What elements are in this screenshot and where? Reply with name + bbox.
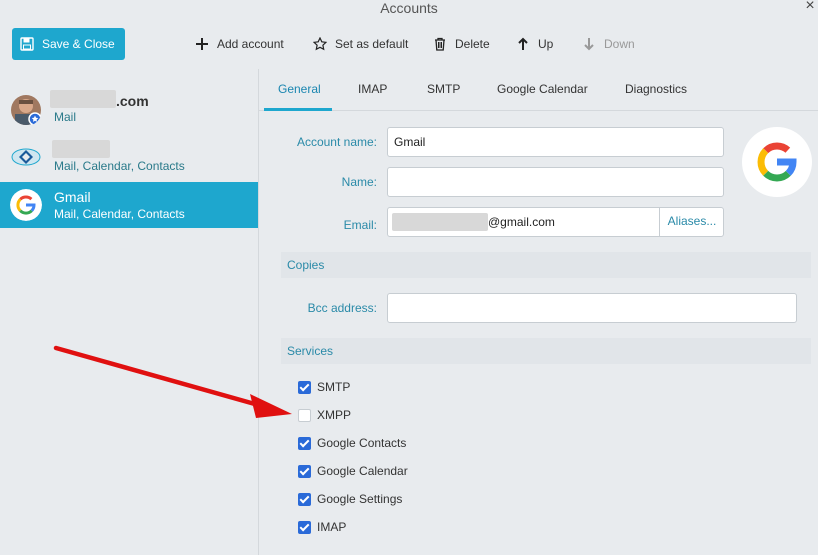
save-close-label: Save & Close [42, 37, 115, 51]
floppy-disk-icon [20, 37, 34, 51]
service-imap[interactable]: IMAP [298, 518, 346, 536]
service-label: Google Contacts [317, 436, 407, 450]
tab-bar: General IMAP SMTP Google Calendar Diagno… [259, 69, 818, 111]
account-item-2[interactable]: Mail, Calendar, Contacts [0, 134, 258, 180]
redacted-account-name [50, 90, 116, 108]
name-field[interactable] [387, 167, 724, 197]
service-smtp[interactable]: SMTP [298, 378, 350, 396]
google-logo-badge [742, 127, 812, 197]
delete-button[interactable]: Delete [433, 34, 490, 54]
trash-icon [435, 37, 445, 51]
google-icon [10, 189, 42, 221]
checkbox-xmpp[interactable] [298, 408, 311, 422]
service-label: IMAP [317, 520, 347, 534]
set-default-button[interactable]: Set as default [313, 34, 408, 54]
bcc-field[interactable] [387, 293, 797, 323]
tab-imap[interactable]: IMAP [358, 82, 387, 96]
google-icon [757, 142, 797, 182]
copies-section-header: Copies [281, 252, 811, 278]
tab-smtp[interactable]: SMTP [427, 82, 460, 96]
account-name-suffix: .com [116, 93, 149, 109]
service-label: SMTP [317, 380, 351, 394]
add-account-button[interactable]: Add account [195, 34, 284, 54]
service-label: Google Calendar [317, 464, 408, 478]
email-label: Email: [343, 218, 377, 232]
service-label: Google Settings [317, 492, 403, 506]
aliases-button[interactable]: Aliases... [659, 207, 724, 237]
panel-divider [258, 69, 259, 555]
set-default-label: Set as default [335, 37, 409, 51]
delete-label: Delete [455, 37, 490, 51]
plus-icon [196, 38, 208, 50]
star-icon [313, 37, 327, 51]
avatar [11, 95, 42, 126]
account-services: Mail, Calendar, Contacts [54, 207, 185, 221]
account-name-label: Account name: [296, 135, 377, 149]
account-item-gmail[interactable]: Gmail Mail, Calendar, Contacts [0, 182, 258, 228]
checkbox-google-settings[interactable] [298, 492, 311, 506]
service-xmpp[interactable]: XMPP [298, 406, 351, 424]
diamond-service-icon [11, 148, 41, 166]
move-down-label: Down [604, 37, 635, 51]
tab-general[interactable]: General [278, 82, 321, 96]
close-icon[interactable]: × [802, 0, 818, 14]
account-name-field[interactable]: Gmail [387, 127, 724, 157]
name-label: Name: [341, 175, 377, 189]
move-up-button[interactable]: Up [516, 34, 553, 54]
checkbox-google-contacts[interactable] [298, 436, 311, 450]
service-google-settings[interactable]: Google Settings [298, 490, 402, 508]
account-item-1[interactable]: .com Mail [0, 86, 258, 132]
tab-diagnostics[interactable]: Diagnostics [625, 82, 687, 96]
active-tab-indicator [264, 108, 332, 111]
email-domain: @gmail.com [488, 215, 555, 229]
service-label: XMPP [317, 408, 352, 422]
move-down-button[interactable]: Down [582, 34, 635, 54]
redacted-email-user [392, 213, 488, 231]
toolbar: Save & Close Add account Set as default … [0, 24, 818, 64]
account-list: .com Mail Mail, Calendar, Contacts Gmail… [0, 69, 258, 555]
add-account-label: Add account [217, 37, 284, 51]
account-services: Mail, Calendar, Contacts [54, 159, 185, 173]
checkbox-smtp[interactable] [298, 380, 311, 394]
account-name: Gmail [54, 189, 91, 205]
move-up-label: Up [538, 37, 554, 51]
checkbox-imap[interactable] [298, 520, 311, 534]
arrow-up-icon [518, 37, 528, 50]
account-services: Mail [54, 110, 77, 124]
window-title: Accounts [380, 0, 438, 16]
service-google-calendar[interactable]: Google Calendar [298, 462, 408, 480]
bcc-label: Bcc address: [307, 301, 377, 315]
tab-google-calendar[interactable]: Google Calendar [497, 82, 588, 96]
services-section-header: Services [281, 338, 811, 364]
save-close-button[interactable]: Save & Close [12, 28, 125, 60]
redacted-account-name [52, 140, 110, 158]
checkbox-google-calendar[interactable] [298, 464, 311, 478]
service-google-contacts[interactable]: Google Contacts [298, 434, 406, 452]
arrow-down-icon [584, 38, 594, 51]
